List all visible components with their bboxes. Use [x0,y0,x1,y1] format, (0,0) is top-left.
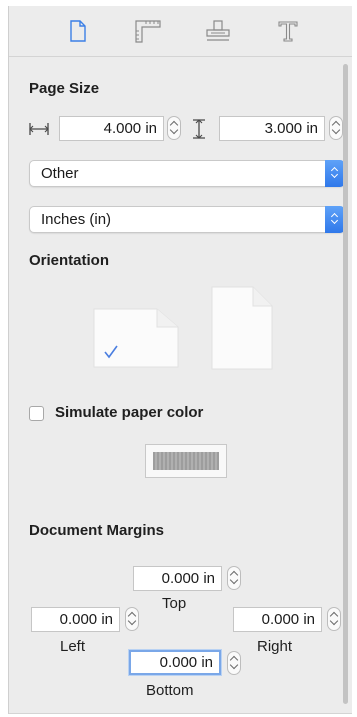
margin-left-field[interactable]: 0.000 in [31,607,120,632]
stepper-down-arrow [229,660,239,670]
margin-right-stepper[interactable] [327,607,341,631]
inspector-tabbar [9,6,352,57]
panel-bottom-divider [9,713,352,714]
tab-grid[interactable] [131,16,165,46]
width-icon [29,123,49,135]
margin-right-label: Right [257,638,293,655]
page-width-stepper[interactable] [167,116,181,140]
tab-alignment[interactable] [201,16,235,46]
page-width-field[interactable]: 4.000 in [59,116,164,141]
margin-bottom-field[interactable]: 0.000 in [129,650,221,675]
stepper-down-arrow [127,616,137,626]
page-size-title: Page Size [29,80,100,97]
vertical-scrollbar[interactable] [343,64,348,704]
page-height-stepper[interactable] [329,116,343,140]
margin-bottom-label: Bottom [146,682,194,699]
margin-top-stepper[interactable] [227,566,241,590]
page-size-preset-select[interactable]: Other [29,160,345,187]
page-size-preset-value: Other [41,165,79,182]
page-height-field[interactable]: 3.000 in [219,116,325,141]
height-icon [193,119,205,139]
inspector-panel: Page Size 4.000 in 3.000 in Other Inches… [8,6,352,714]
stepper-down-arrow [331,125,341,135]
margin-right-field[interactable]: 0.000 in [233,607,322,632]
margin-top-field[interactable]: 0.000 in [133,566,222,591]
text-type-icon [278,21,298,42]
margin-left-label: Left [60,638,86,655]
stamp-align-icon [206,20,230,41]
popup-arrows-icon [325,160,345,187]
stepper-down-arrow [329,616,339,626]
units-value: Inches (in) [41,211,112,228]
ruler-grid-icon [135,20,161,43]
paper-color-well[interactable] [145,444,227,478]
simulate-paper-color-checkbox[interactable] [29,406,44,421]
orientation-portrait-option[interactable] [211,286,273,370]
orientation-title: Orientation [29,252,110,269]
document-margins-title: Document Margins [29,522,165,539]
tab-typography[interactable] [271,16,305,46]
stepper-down-arrow [229,575,239,585]
simulate-paper-color-label: Simulate paper color [55,404,204,421]
paper-color-swatch [153,452,219,470]
portrait-page-icon [211,286,273,370]
stepper-down-arrow [169,125,179,135]
margin-left-stepper[interactable] [125,607,139,631]
orientation-landscape-option[interactable] [93,308,179,368]
units-select[interactable]: Inches (in) [29,206,345,233]
popup-arrows-icon [325,206,345,233]
tab-document[interactable] [61,16,95,46]
landscape-page-icon [93,308,179,368]
document-icon [70,20,86,42]
margin-top-label: Top [162,595,187,612]
margin-bottom-stepper[interactable] [227,651,241,675]
